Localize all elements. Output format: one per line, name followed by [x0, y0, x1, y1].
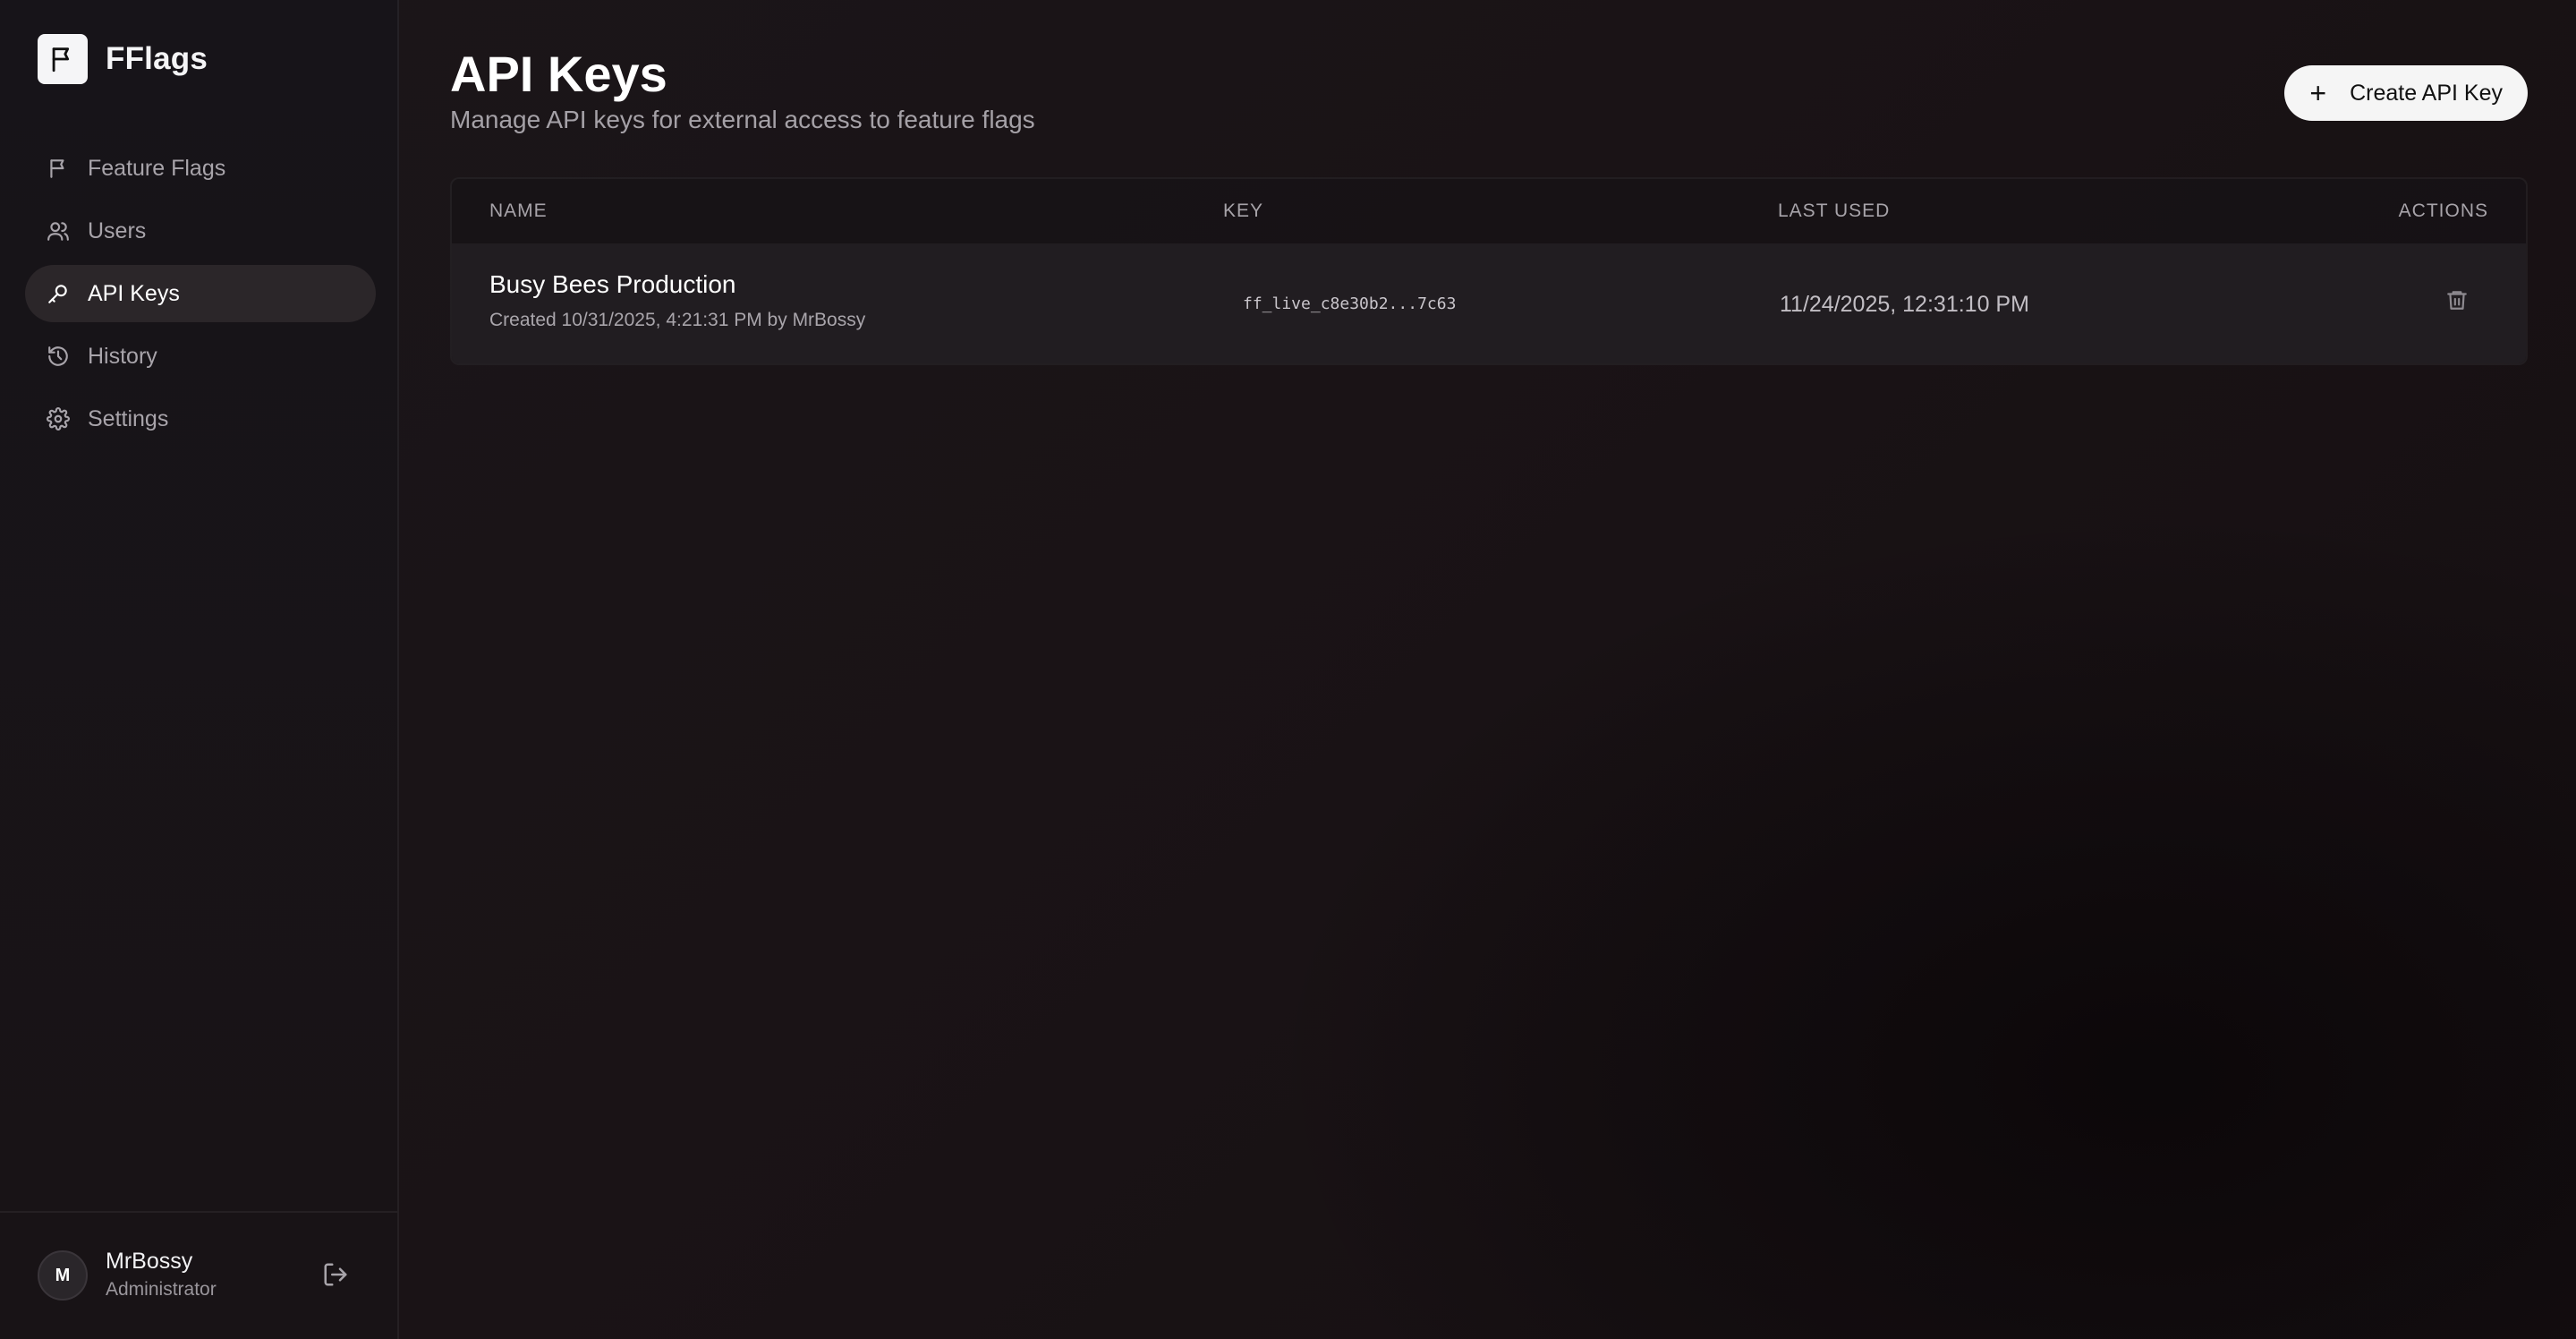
flag-icon	[50, 159, 64, 178]
api-key-name: Busy Bees Production	[489, 270, 736, 298]
api-key-last-used: 11/24/2025, 12:31:10 PM	[1780, 292, 2029, 317]
api-keys-table: NAME KEY LAST USED ACTIONS Busy Bees Pro…	[450, 177, 2528, 365]
sidebar: FFlags Feature Flags Users API Keys Hist…	[0, 0, 399, 1339]
user-name: MrBossy	[106, 1249, 193, 1274]
plus-icon: +	[2309, 77, 2327, 109]
sidebar-item-settings[interactable]: Settings	[25, 390, 376, 448]
app-name: FFlags	[106, 41, 208, 76]
sidebar-item-label: History	[88, 343, 157, 369]
flag-logo-icon	[38, 34, 88, 84]
logout-icon	[324, 1263, 347, 1286]
sidebar-item-label: Feature Flags	[88, 155, 226, 181]
logout-button[interactable]	[322, 1261, 353, 1292]
table-header: NAME KEY LAST USED ACTIONS	[452, 179, 2526, 243]
column-header-actions: ACTIONS	[2398, 200, 2488, 221]
user-profile: M MrBossy Administrator	[0, 1211, 397, 1339]
sidebar-item-feature-flags[interactable]: Feature Flags	[25, 140, 376, 197]
column-header-key: KEY	[1223, 200, 1264, 221]
api-key-created: Created 10/31/2025, 4:21:31 PM by MrBoss…	[489, 310, 866, 330]
sidebar-item-api-keys[interactable]: API Keys	[25, 265, 376, 322]
column-header-name: NAME	[489, 200, 548, 221]
sidebar-item-label: Settings	[88, 405, 169, 431]
table-row: Busy Bees Production Created 10/31/2025,…	[452, 243, 2526, 363]
api-key-value[interactable]: ff_live_c8e30b2...7c63	[1243, 294, 1456, 313]
users-icon	[47, 222, 69, 241]
avatar[interactable]: M	[38, 1250, 88, 1301]
trash-icon	[2447, 291, 2467, 310]
sidebar-item-history[interactable]: History	[25, 328, 376, 385]
create-api-key-button[interactable]: + Create API Key	[2284, 65, 2528, 121]
sidebar-nav: Feature Flags Users API Keys History Set…	[25, 140, 376, 453]
column-header-last-used: LAST USED	[1778, 200, 1891, 221]
sidebar-item-users[interactable]: Users	[25, 202, 376, 260]
sidebar-item-label: Users	[88, 217, 147, 243]
user-role: Administrator	[106, 1279, 217, 1300]
gear-icon	[47, 407, 70, 431]
sidebar-item-label: API Keys	[88, 280, 180, 306]
delete-api-key-button[interactable]	[2445, 288, 2476, 319]
page-title: API Keys	[450, 46, 667, 102]
brand[interactable]: FFlags	[38, 34, 208, 84]
page-subtitle: Manage API keys for external access to f…	[450, 106, 1035, 133]
history-icon	[48, 346, 68, 366]
create-api-key-label: Create API Key	[2350, 80, 2503, 106]
key-icon	[48, 285, 67, 303]
